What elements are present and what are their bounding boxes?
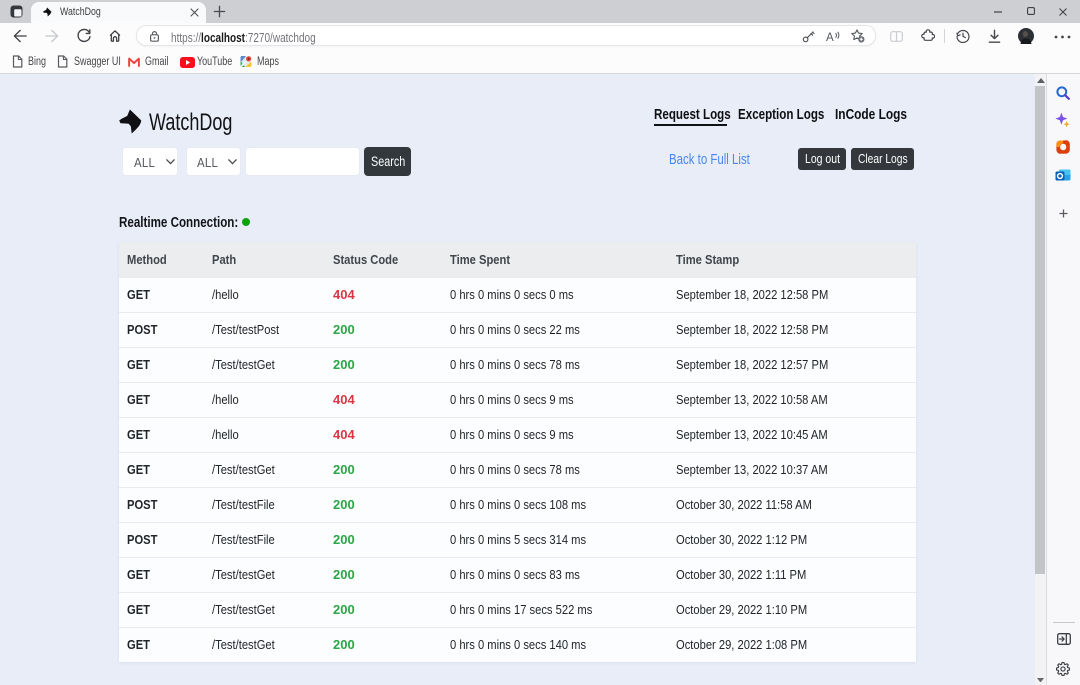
svg-text:A: A — [826, 32, 834, 43]
